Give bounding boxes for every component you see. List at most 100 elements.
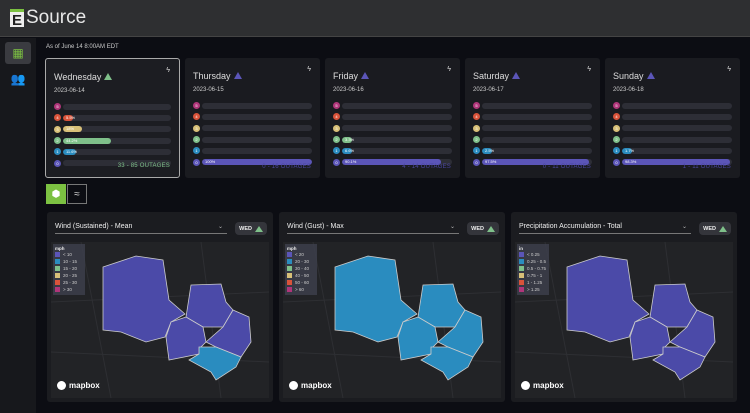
- trend-icon: ≈: [74, 188, 80, 200]
- level-bar: [622, 125, 732, 132]
- legend-swatch: [55, 252, 60, 257]
- level-badge: 4: [333, 113, 340, 121]
- legend-item: 20 - 30: [287, 258, 315, 265]
- legend-label: > 60: [295, 287, 304, 292]
- legend-item: 20 - 25: [55, 272, 83, 279]
- level-badge: 1: [333, 147, 340, 155]
- day-name: Thursday: [193, 71, 231, 81]
- legend-item: < 20: [287, 251, 315, 258]
- trend-toggle-button[interactable]: ≈: [67, 184, 87, 204]
- day-date: 2023-06-18: [613, 87, 644, 93]
- mapbox-logo: mapbox: [57, 381, 100, 390]
- sidebar-item-calendar[interactable]: ▦: [5, 42, 31, 64]
- metric-label: Precipitation Accumulation - Total: [519, 223, 622, 230]
- day-card-thursday[interactable]: Thursday 2023-06-15 ϟ 5 4 3 2 1 0 100% 0 - 16 OU…: [185, 58, 320, 178]
- level-badge: 5: [613, 102, 620, 110]
- level-bar-fill: 3.3%: [342, 136, 354, 143]
- level-badge: 3: [333, 124, 340, 132]
- legend-item: 0.5 - 0.75: [519, 265, 547, 272]
- metric-select[interactable]: Precipitation Accumulation - Total ⌄: [519, 223, 691, 234]
- level-badge: 2: [333, 136, 340, 144]
- legend-item: 30 - 40: [287, 265, 315, 272]
- legend-item: > 60: [287, 286, 315, 293]
- legend-item: 40 - 50: [287, 272, 315, 279]
- legend-label: 20 - 30: [295, 259, 310, 264]
- metric-select[interactable]: Wind (Sustained) - Mean ⌄: [55, 223, 227, 234]
- legend-swatch: [519, 280, 524, 285]
- legend-item: < 0.25: [519, 251, 547, 258]
- metric-label: Wind (Sustained) - Mean: [55, 223, 133, 230]
- day-label: WED: [471, 225, 484, 232]
- legend-swatch: [287, 280, 292, 285]
- level-row: 1: [193, 145, 312, 156]
- day-card-friday[interactable]: Friday 2023-06-16 ϟ 5 4 3 2 3.3% 1 6.6% 0 90.1% 4 …: [325, 58, 460, 178]
- level-bar: [63, 103, 171, 110]
- map-region[interactable]: [185, 283, 234, 328]
- level-bar: [622, 113, 732, 120]
- level-row: 4 5.5%: [54, 112, 171, 123]
- level-badge: 4: [473, 113, 480, 121]
- level-bar: [342, 125, 452, 132]
- mapbox-logo: mapbox: [289, 381, 332, 390]
- legend-swatch: [287, 259, 292, 264]
- level-badge: 2: [613, 136, 620, 144]
- legend-swatch: [519, 259, 524, 264]
- mapbox-text: mapbox: [69, 381, 100, 390]
- level-bar: 11.6%: [63, 148, 171, 155]
- map-region[interactable]: [649, 283, 698, 328]
- users-icon: 👥: [10, 72, 26, 86]
- legend-swatch: [519, 287, 524, 292]
- level-bar: [482, 136, 592, 143]
- level-bar: 1.7%: [622, 147, 732, 154]
- level-badge: 3: [54, 125, 61, 133]
- level-row: 2: [613, 134, 732, 145]
- legend-swatch: [55, 287, 60, 292]
- legend-swatch: [287, 287, 292, 292]
- level-row: 3 18%: [54, 124, 171, 135]
- trend-up-icon: [487, 225, 495, 232]
- day-select-button[interactable]: WED: [235, 222, 267, 235]
- chevron-down-icon: ⌄: [681, 224, 687, 230]
- sidebar-item-users[interactable]: 👥: [5, 68, 31, 90]
- level-bar: [482, 102, 592, 109]
- level-bar-fill: 18%: [63, 126, 83, 133]
- day-card-sunday[interactable]: Sunday 2023-06-18 ϟ 5 4 3 2 1 1.7% 0 98.3% 1 - 11…: [605, 58, 740, 178]
- day-select-button[interactable]: WED: [699, 222, 731, 235]
- level-badge: 2: [54, 137, 61, 145]
- trend-up-icon: [646, 72, 655, 79]
- outage-toggle-button[interactable]: ⬢: [46, 184, 66, 204]
- level-badge: 3: [193, 124, 200, 132]
- day-card-wednesday[interactable]: Wednesday 2023-06-14 ϟ 5 4 5.5% 3 18% 2 44.2% 1 1…: [45, 58, 180, 178]
- map-region[interactable]: [417, 283, 466, 328]
- legend-label: 10 - 15: [63, 259, 78, 264]
- legend-label: 15 - 20: [63, 266, 78, 271]
- legend-label: > 1.25: [527, 287, 540, 292]
- lightning-icon: ϟ: [727, 66, 731, 73]
- level-badge: 5: [333, 102, 340, 110]
- map-view[interactable]: in < 0.25 0.25 - 0.5 0.5 - 0.75 0.75 - 11 - …: [515, 242, 733, 398]
- legend-swatch: [55, 280, 60, 285]
- level-bar: [202, 136, 312, 143]
- legend-label: 0.5 - 0.75: [527, 266, 547, 271]
- level-bar-fill: 1.7%: [622, 147, 634, 154]
- level-bar-fill: 2.5%: [482, 147, 494, 154]
- map-panel: Wind (Gust) - Max ⌄ WED mph < 20 20 - 30 30 …: [279, 212, 505, 402]
- legend-item: 1 - 1.25: [519, 279, 547, 286]
- legend-label: < 0.25: [527, 252, 540, 257]
- as-of-timestamp: As of June 14 8:00AM EDT: [46, 44, 119, 50]
- day-date: 2023-06-17: [473, 87, 504, 93]
- level-badge: 3: [473, 124, 480, 132]
- outage-range: 33 - 85 OUTAGES: [117, 163, 170, 169]
- legend-label: 40 - 50: [295, 273, 310, 278]
- metric-select[interactable]: Wind (Gust) - Max ⌄: [287, 223, 459, 234]
- mapbox-icon: [57, 381, 66, 390]
- map-view[interactable]: mph < 20 20 - 30 30 - 40 40 - 50 50 - 60 > 60 …: [283, 242, 501, 398]
- map-view[interactable]: mph < 10 10 - 15 15 - 20 20 - 25 25 - 30 > 30 …: [51, 242, 269, 398]
- level-row: 2 44.2%: [54, 135, 171, 146]
- level-row: 5: [54, 101, 171, 112]
- day-card-saturday[interactable]: Saturday 2023-06-17 ϟ 5 4 3 2 1 2.5% 0 97.5% 0 - …: [465, 58, 600, 178]
- day-date: 2023-06-14: [54, 88, 85, 94]
- level-badge: 5: [193, 102, 200, 110]
- day-select-button[interactable]: WED: [467, 222, 499, 235]
- level-bar: 3.3%: [342, 136, 452, 143]
